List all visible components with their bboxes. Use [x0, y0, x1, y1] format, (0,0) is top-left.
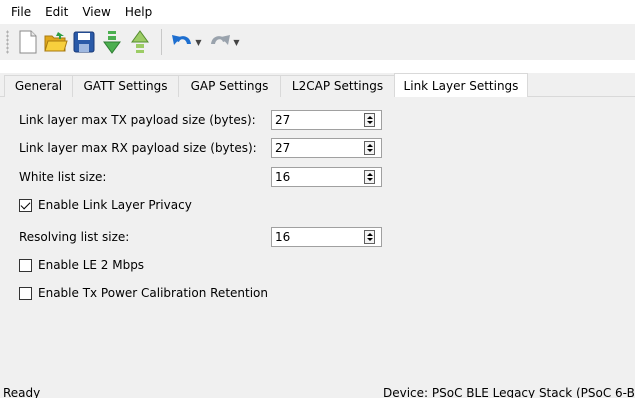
menu-help[interactable]: Help	[118, 0, 159, 24]
enable-le-2mbps-checkbox[interactable]	[19, 258, 32, 272]
enable-le-2mbps-label: Enable LE 2 Mbps	[38, 258, 145, 272]
redo-icon	[211, 35, 231, 45]
tab-gap-settings[interactable]: GAP Settings	[178, 75, 281, 97]
menu-view[interactable]: View	[75, 0, 117, 24]
import-button[interactable]	[99, 27, 125, 57]
menu-bar: File Edit View Help	[0, 0, 635, 24]
resolving-list-stepper[interactable]	[364, 230, 375, 244]
save-button[interactable]	[71, 27, 97, 57]
toolbar-separator	[161, 29, 162, 55]
rx-payload-spinbox[interactable]: 27	[271, 138, 382, 158]
spin-down-arrow-icon[interactable]	[367, 178, 373, 181]
spin-down-arrow-icon[interactable]	[367, 149, 373, 152]
rx-payload-stepper[interactable]	[364, 141, 375, 155]
enable-tx-power-calibration-option[interactable]: Enable Tx Power Calibration Retention	[19, 286, 268, 300]
link-layer-settings-panel: Link layer max TX payload size (bytes): …	[0, 97, 635, 374]
spin-up-arrow-icon[interactable]	[367, 144, 373, 147]
tab-gatt-settings[interactable]: GATT Settings	[72, 75, 179, 97]
spin-down-arrow-icon[interactable]	[367, 121, 373, 124]
tx-payload-value[interactable]: 27	[275, 112, 290, 128]
resolving-list-value[interactable]: 16	[275, 229, 290, 245]
export-button[interactable]	[127, 27, 153, 57]
resolving-list-spinbox[interactable]: 16	[271, 227, 382, 247]
resolving-list-label: Resolving list size:	[19, 230, 130, 244]
status-bar: Ready Device: PSoC BLE Legacy Stack (PSo…	[0, 374, 635, 398]
undo-icon	[172, 35, 192, 45]
enable-link-layer-privacy-label: Enable Link Layer Privacy	[38, 198, 192, 212]
undo-button[interactable]: ▼	[168, 27, 204, 57]
tab-l2cap-settings[interactable]: L2CAP Settings	[280, 75, 395, 97]
export-arrow-up-icon	[131, 30, 149, 53]
import-arrow-down-icon	[103, 31, 121, 54]
open-button[interactable]	[43, 27, 69, 57]
white-list-stepper[interactable]	[364, 170, 375, 184]
menu-edit[interactable]: Edit	[38, 0, 75, 24]
menu-file[interactable]: File	[4, 0, 38, 24]
tx-payload-spinbox[interactable]: 27	[271, 110, 382, 130]
spin-up-arrow-icon[interactable]	[367, 116, 373, 119]
white-list-value[interactable]: 16	[275, 169, 290, 185]
tab-bar: General GATT Settings GAP Settings L2CAP…	[0, 73, 635, 97]
rx-payload-label: Link layer max RX payload size (bytes):	[19, 141, 257, 155]
save-icon	[73, 31, 95, 53]
enable-link-layer-privacy-option[interactable]: Enable Link Layer Privacy	[19, 198, 192, 212]
open-folder-icon	[44, 32, 68, 52]
spin-up-arrow-icon[interactable]	[367, 173, 373, 176]
white-list-spinbox[interactable]: 16	[271, 167, 382, 187]
new-file-icon	[19, 30, 37, 54]
enable-link-layer-privacy-checkbox[interactable]	[19, 198, 32, 212]
device-status-text: Device: PSoC BLE Legacy Stack (PSoC 6-BL…	[383, 386, 635, 398]
new-file-button[interactable]	[15, 27, 41, 57]
enable-le-2mbps-option[interactable]: Enable LE 2 Mbps	[19, 258, 144, 272]
enable-tx-power-calibration-checkbox[interactable]	[19, 286, 32, 300]
redo-dropdown-arrow-icon[interactable]: ▼	[233, 38, 239, 47]
redo-button[interactable]: ▼	[206, 27, 242, 57]
tab-general[interactable]: General	[4, 75, 73, 97]
spin-up-arrow-icon[interactable]	[367, 233, 373, 236]
toolbar-grip[interactable]	[6, 30, 9, 54]
enable-tx-power-calibration-label: Enable Tx Power Calibration Retention	[38, 286, 268, 300]
tx-payload-stepper[interactable]	[364, 113, 375, 127]
tx-payload-label: Link layer max TX payload size (bytes):	[19, 113, 256, 127]
tab-link-layer-settings[interactable]: Link Layer Settings	[394, 73, 528, 97]
white-list-label: White list size:	[19, 170, 107, 184]
rx-payload-value[interactable]: 27	[275, 140, 290, 156]
toolbar: ▼ ▼	[0, 24, 635, 60]
spin-down-arrow-icon[interactable]	[367, 238, 373, 241]
status-text: Ready	[3, 386, 41, 398]
undo-dropdown-arrow-icon[interactable]: ▼	[195, 38, 201, 47]
